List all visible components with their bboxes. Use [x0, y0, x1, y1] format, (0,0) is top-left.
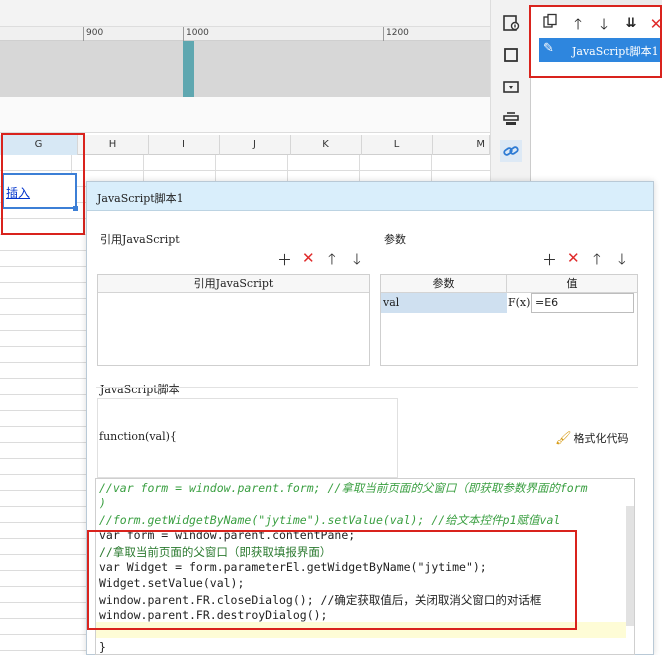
- timeline-track: [0, 41, 490, 97]
- column-header-k[interactable]: K: [290, 135, 362, 155]
- section-divider: [96, 387, 638, 388]
- column-header-h[interactable]: H: [77, 135, 149, 155]
- param-move-down-icon[interactable]: 🡓: [618, 249, 626, 274]
- add-ref-icon[interactable]: ＋: [277, 249, 292, 270]
- function-signature: function(val){: [99, 430, 177, 443]
- annotation-box-hyperlink-list: [529, 5, 662, 78]
- ruler-tick: [83, 27, 84, 41]
- ref-js-section-label: 引用JavaScript: [100, 233, 180, 246]
- code-line-3: //form.getWidgetByName("jytime").setValu…: [99, 513, 561, 527]
- column-header-j[interactable]: J: [219, 135, 291, 155]
- param-section-label: 参数: [384, 233, 406, 246]
- column-header-i[interactable]: I: [148, 135, 220, 155]
- sheet-gap: [0, 97, 490, 133]
- brush-icon: 🖌: [555, 431, 572, 446]
- ref-js-table-header: 引用JavaScript: [98, 275, 369, 293]
- ruler-tick: [383, 27, 384, 41]
- ruler-label-1000: 1000: [186, 28, 209, 38]
- ruler-tick: [183, 27, 184, 41]
- formula-button[interactable]: F(x): [508, 293, 530, 313]
- column-header-m[interactable]: M: [432, 135, 490, 155]
- param-value-input[interactable]: =E6: [531, 293, 634, 313]
- dropdown-box-icon[interactable]: [500, 76, 522, 98]
- remove-param-icon[interactable]: ✕: [567, 249, 580, 267]
- annotation-box-column-g: [1, 133, 85, 235]
- param-move-up-icon[interactable]: 🡑: [593, 249, 601, 274]
- code-editor-scrollbar[interactable]: [626, 506, 634, 626]
- dialog-title-bar: JavaScript脚本1: [87, 182, 653, 211]
- ruler-label-900: 900: [86, 28, 104, 38]
- top-strip: [0, 0, 490, 27]
- format-code-button[interactable]: 🖌 格式化代码: [555, 430, 629, 446]
- column-header-l[interactable]: L: [361, 135, 433, 155]
- dialog-title: JavaScript脚本1: [97, 192, 184, 205]
- widget-settings-icon[interactable]: [500, 12, 522, 34]
- timeline-ruler: 900 1000 1200: [0, 27, 490, 41]
- param-name-cell[interactable]: val: [381, 293, 507, 313]
- frame-icon[interactable]: [500, 44, 522, 66]
- timeline-marker[interactable]: [183, 41, 194, 97]
- ref-move-up-icon[interactable]: 🡑: [328, 249, 336, 274]
- code-line-1: //var form = window.parent.form; //拿取当前页…: [99, 481, 588, 495]
- js-script-section-label: JavaScript脚本: [100, 383, 180, 396]
- add-param-icon[interactable]: ＋: [542, 249, 557, 270]
- annotation-box-code: [87, 530, 577, 630]
- code-line-11: }: [99, 640, 106, 654]
- ruler-label-1200: 1200: [386, 28, 409, 38]
- layers-icon[interactable]: [500, 108, 522, 130]
- code-line-2: ): [99, 496, 106, 510]
- ref-move-down-icon[interactable]: 🡓: [353, 249, 361, 274]
- remove-ref-icon[interactable]: ✕: [302, 249, 315, 267]
- hyperlink-icon[interactable]: [500, 140, 522, 162]
- vertical-toolbar: [490, 0, 530, 185]
- param-header-name: 参数: [381, 275, 507, 293]
- param-header-value: 值: [507, 275, 637, 293]
- format-code-label: 格式化代码: [573, 432, 629, 445]
